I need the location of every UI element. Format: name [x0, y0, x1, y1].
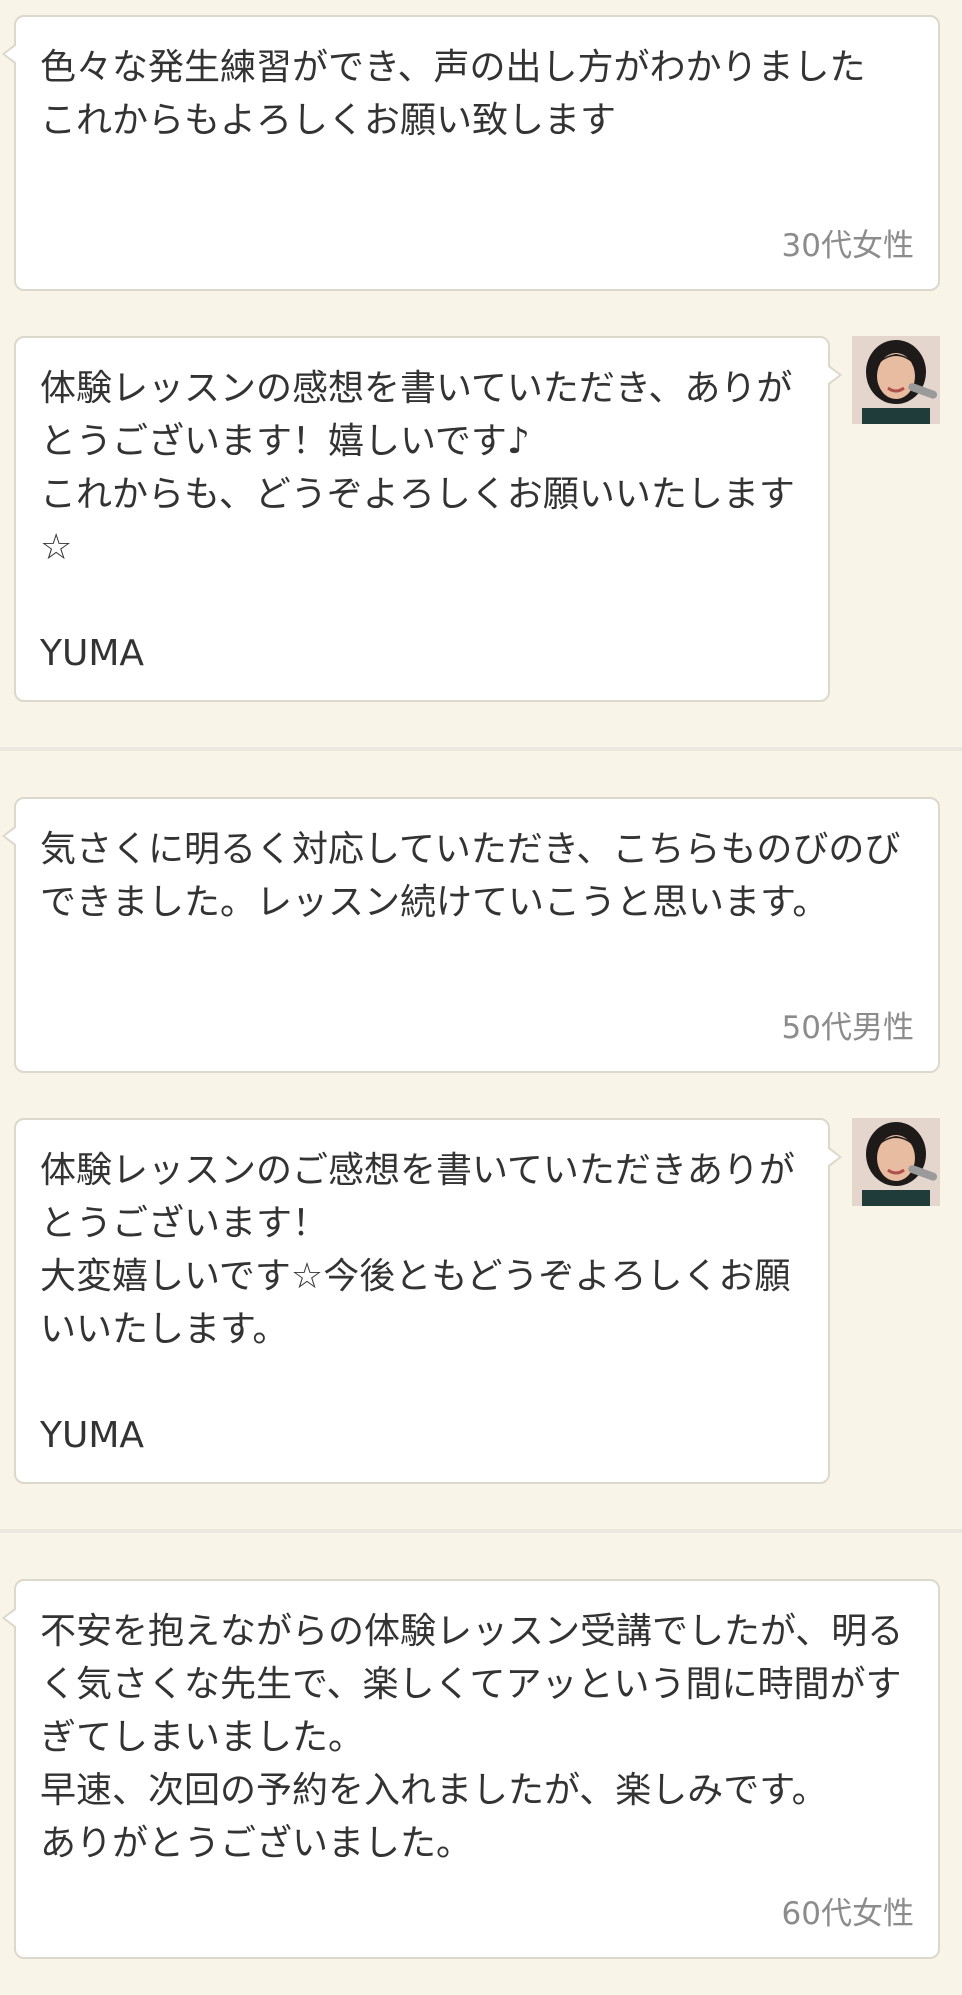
reviewer-demographic: 50代男性	[781, 1010, 914, 1046]
review-comment-text: 不安を抱えながらの体験レッスン受講でしたが、明るく気さくな先生で、楽しくてアッと…	[40, 1611, 904, 1864]
review-comment-text: 気さくに明るく対応していただき、こちらものびのびできました。レッスン続けていこう…	[40, 829, 901, 923]
reviewer-demographic: 30代女性	[781, 228, 914, 264]
teacher-reply-text: 体験レッスンのご感想を書いていただきありがとうございます！ 大変嬉しいです☆今後…	[40, 1150, 795, 1456]
review-comment-bubble: 色々な発生練習ができ、声の出し方がわかりました これからもよろしくお願い致します…	[2, 15, 940, 291]
review-comment-bubble: 気さくに明るく対応していただき、こちらものびのびできました。レッスン続けていこう…	[2, 797, 940, 1073]
teacher-reply-bubble: 体験レッスンの感想を書いていただき、ありがとうございます！嬉しいです♪ これから…	[14, 336, 842, 702]
review-divider	[0, 747, 962, 751]
teacher-photo-icon	[852, 336, 940, 424]
review-comment-text: 色々な発生練習ができ、声の出し方がわかりました これからもよろしくお願い致します	[40, 47, 866, 141]
teacher-photo-icon	[852, 1118, 940, 1206]
review-comment-bubble: 不安を抱えながらの体験レッスン受講でしたが、明るく気さくな先生で、楽しくてアッと…	[2, 1579, 940, 1959]
review-divider	[0, 1529, 962, 1533]
reviews-page: 色々な発生練習ができ、声の出し方がわかりました これからもよろしくお願い致します…	[0, 0, 962, 1995]
teacher-avatar	[852, 1118, 940, 1206]
teacher-reply-bubble: 体験レッスンのご感想を書いていただきありがとうございます！ 大変嬉しいです☆今後…	[14, 1118, 842, 1484]
teacher-avatar	[852, 336, 940, 424]
reviewer-demographic: 60代女性	[781, 1896, 914, 1932]
teacher-reply-text: 体験レッスンの感想を書いていただき、ありがとうございます！嬉しいです♪ これから…	[40, 368, 795, 674]
